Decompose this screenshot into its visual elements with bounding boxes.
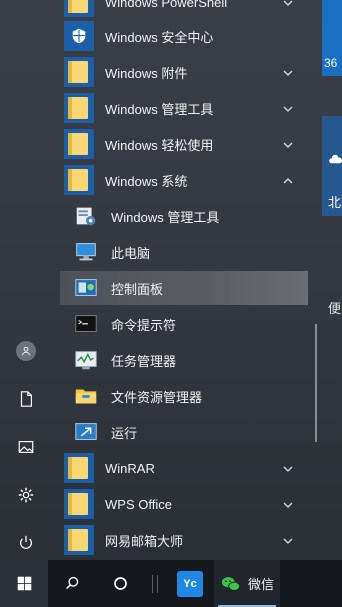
app-label: 网易邮箱大师 <box>105 533 184 549</box>
shield-icon <box>64 21 94 51</box>
cortana-button[interactable] <box>96 560 144 607</box>
app-item-run[interactable]: 运行 <box>60 415 308 449</box>
control-panel-icon <box>72 274 100 302</box>
app-item-control-panel[interactable]: 控制面板 <box>60 271 308 305</box>
app-list: Windows PowerShell Windows 安全中心 Windows … <box>52 0 316 560</box>
app-label: Windows 安全中心 <box>105 29 214 45</box>
app-label: 运行 <box>111 425 138 441</box>
search-button[interactable] <box>48 560 96 607</box>
pictures-button[interactable] <box>0 424 52 470</box>
app-label: 命令提示符 <box>111 317 177 333</box>
settings-button[interactable] <box>0 472 52 518</box>
app-item-windows-security[interactable]: Windows 安全中心 <box>60 19 308 53</box>
app-label: Windows 轻松使用 <box>105 137 214 153</box>
documents-button[interactable] <box>0 376 52 422</box>
task-manager-icon <box>72 346 100 374</box>
app-item-windows-powershell[interactable]: Windows PowerShell <box>60 0 308 19</box>
app-item-windows-accessories[interactable]: Windows 附件 <box>60 55 308 89</box>
tile-text: 36 <box>324 56 338 70</box>
live-tiles-edge: 36 北 便 <box>322 0 342 560</box>
power-icon <box>20 535 32 549</box>
computer-icon <box>72 238 100 266</box>
taskbar-app-yc[interactable]: Yc <box>168 560 212 607</box>
folder-icon <box>64 489 94 519</box>
user-account-button[interactable] <box>0 328 52 374</box>
start-button[interactable] <box>0 560 48 607</box>
chevron-down-icon <box>282 534 294 546</box>
document-icon <box>20 391 32 407</box>
picture-icon <box>18 441 34 453</box>
tile-text: 北 <box>328 195 342 210</box>
app-item-command-prompt[interactable]: 命令提示符 <box>60 307 308 341</box>
app-label: Windows 管理工具 <box>111 209 220 225</box>
weather-tile[interactable]: 北 <box>322 116 342 216</box>
windows-logo-icon <box>17 576 31 591</box>
app-label: Windows 附件 <box>105 65 188 81</box>
app-item-windows-ease-of-access[interactable]: Windows 轻松使用 <box>60 127 308 161</box>
chevron-down-icon <box>282 462 294 474</box>
app-item-windows-system[interactable]: Windows 系统 <box>60 163 308 197</box>
folder-open-icon <box>64 165 94 195</box>
app-label: 任务管理器 <box>111 353 177 369</box>
app-item-wps-office[interactable]: WPS Office <box>60 487 308 521</box>
folder-icon <box>64 57 94 87</box>
chevron-down-icon <box>282 498 294 510</box>
app-label: 文件资源管理器 <box>111 389 203 405</box>
app-label: Windows 系统 <box>105 173 188 189</box>
taskbar-app-wechat[interactable]: 微信 <box>214 560 280 607</box>
wechat-icon <box>221 576 241 591</box>
app-label: WPS Office <box>105 496 172 512</box>
app-item-windows-admin-tools-folder[interactable]: Windows 管理工具 <box>60 91 308 125</box>
chevron-down-icon <box>282 66 294 78</box>
start-left-rail <box>0 0 52 560</box>
chevron-down-icon <box>282 102 294 114</box>
taskbar: Yc 微信 <box>0 560 342 607</box>
app-label: WinRAR <box>105 460 155 476</box>
power-button[interactable] <box>0 520 52 560</box>
start-menu: Windows PowerShell Windows 安全中心 Windows … <box>0 0 342 560</box>
live-tile[interactable]: 36 <box>322 0 342 76</box>
user-avatar-icon <box>16 341 36 361</box>
cloud-icon <box>329 154 342 164</box>
taskbar-divider <box>148 560 162 607</box>
folder-icon <box>64 93 94 123</box>
yc-app-icon: Yc <box>177 570 203 597</box>
folder-icon <box>64 0 94 17</box>
chevron-down-icon <box>282 0 294 8</box>
admin-tools-icon <box>72 202 100 230</box>
file-explorer-icon <box>72 382 100 410</box>
app-item-file-explorer[interactable]: 文件资源管理器 <box>60 379 308 413</box>
app-label: 控制面板 <box>111 281 164 297</box>
folder-icon <box>64 453 94 483</box>
app-item-winrar[interactable]: WinRAR <box>60 451 308 485</box>
app-label: 此电脑 <box>111 245 151 261</box>
run-icon <box>72 418 100 446</box>
folder-icon <box>64 525 94 555</box>
wechat-label: 微信 <box>247 577 274 592</box>
tile-text: 便 <box>328 301 342 316</box>
app-item-netease-mail-master[interactable]: 网易邮箱大师 <box>60 523 308 557</box>
search-icon <box>65 576 78 590</box>
app-item-this-pc[interactable]: 此电脑 <box>60 235 308 269</box>
folder-icon <box>64 129 94 159</box>
cortana-icon <box>113 577 127 590</box>
app-item-task-manager[interactable]: 任务管理器 <box>60 343 308 377</box>
chevron-up-icon <box>282 174 294 186</box>
app-list-scrollbar[interactable] <box>315 324 317 442</box>
app-label: Windows 管理工具 <box>105 101 214 117</box>
chevron-down-icon <box>282 138 294 150</box>
yc-app-label: Yc <box>183 577 197 590</box>
cmd-icon <box>72 310 100 338</box>
app-label: Windows PowerShell <box>105 0 228 10</box>
gear-icon <box>18 487 34 503</box>
app-item-admin-tools[interactable]: Windows 管理工具 <box>60 199 308 233</box>
